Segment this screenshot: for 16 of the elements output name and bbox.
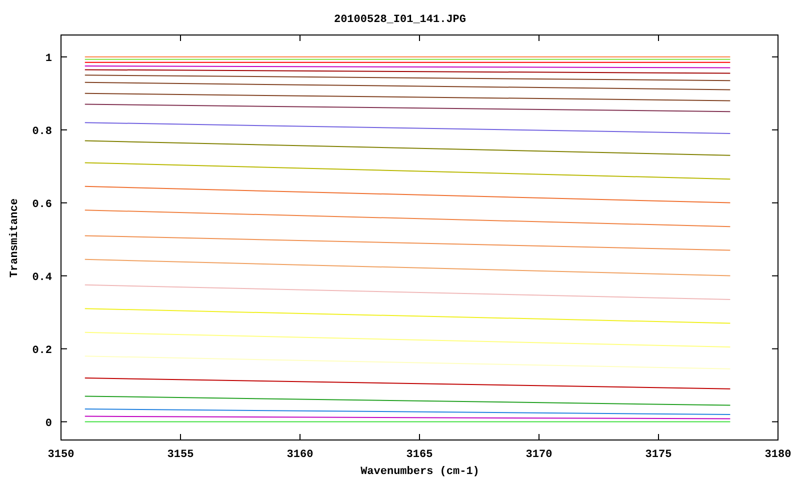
x-axis-label: Wavenumbers (cm-1) (360, 466, 480, 478)
x-tick-label: 3165 (406, 449, 433, 461)
y-tick-label: 1 (45, 52, 52, 65)
y-tick-label: 0.2 (32, 344, 52, 357)
x-tick-label: 3150 (48, 449, 74, 461)
chart-title: 20100528_I01_141.JPG (334, 14, 466, 26)
y-tick-label: 0 (45, 418, 52, 430)
x-tick-label: 3160 (286, 449, 314, 461)
x-tick-label: 3155 (167, 449, 194, 461)
y-tick-label: 0.4 (32, 272, 52, 284)
x-tick-label: 3180 (764, 449, 792, 461)
y-axis-label: Transmitance (9, 198, 21, 278)
x-tick-label: 3175 (645, 449, 672, 461)
x-tick-label: 3170 (526, 449, 552, 461)
y-tick-label: 0.8 (32, 126, 52, 138)
y-tick-label: 0.6 (32, 198, 52, 211)
